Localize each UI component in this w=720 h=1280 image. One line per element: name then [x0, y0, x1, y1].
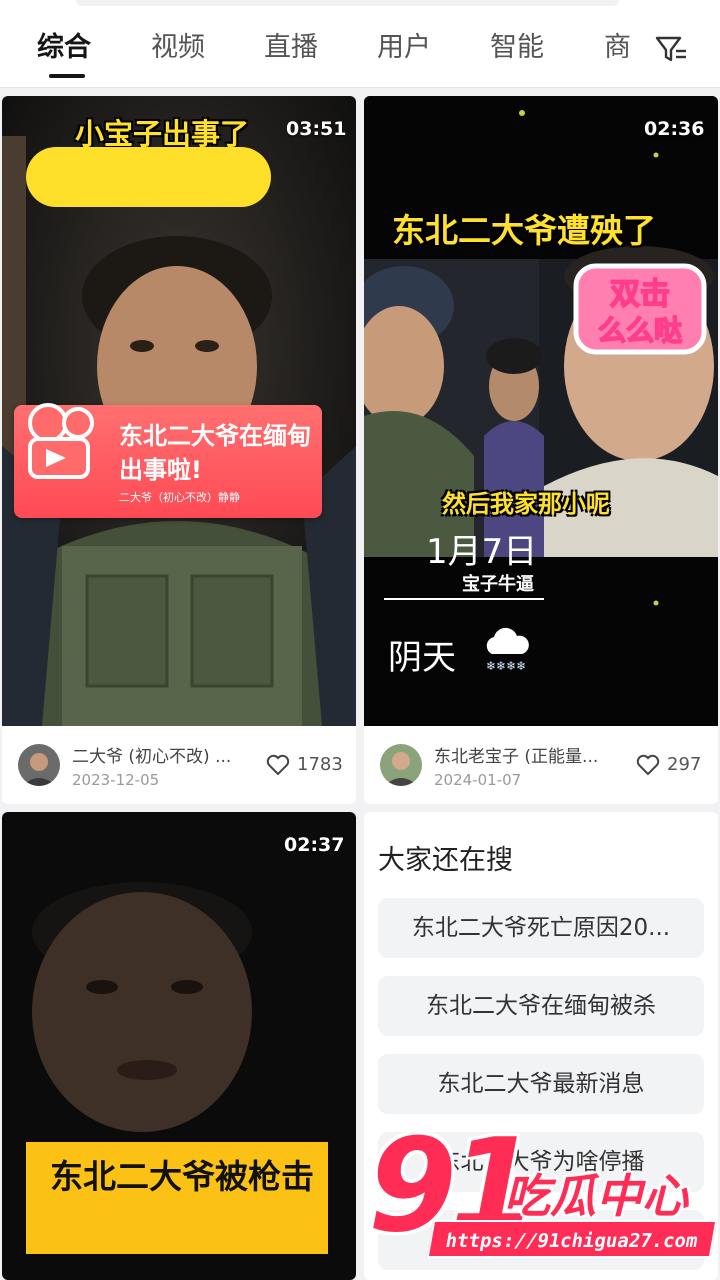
sticker-image: 双击 么么哒 — [573, 263, 707, 355]
news-sticker: 东北二大爷在缅甸出事啦! 二大爷（初心不改）静静 — [14, 403, 322, 518]
svg-text:❄❄❄❄: ❄❄❄❄ — [486, 659, 526, 672]
filter-icon[interactable] — [654, 32, 688, 66]
overlay-name: 宝子牛逼 — [462, 574, 534, 595]
tab-comprehensive[interactable]: 综合 — [37, 30, 91, 66]
sticker-subtitle: 二大爷（初心不改）静静 — [119, 491, 240, 504]
video-thumbnail[interactable]: 02:37 东北二大爷被枪击 — [2, 812, 356, 1280]
publish-date: 2023-12-05 — [72, 771, 160, 789]
tab-users[interactable]: 用户 — [377, 30, 431, 66]
active-tab-indicator — [49, 74, 85, 78]
video-duration: 02:37 — [284, 834, 345, 856]
video-thumbnail[interactable]: 小宝子出事了 03:51 东北二大爷在缅甸出事啦! 二大爷（初心不改）静静 — [2, 96, 356, 726]
watermark-logo: 91 吃瓜中心 https://91chigua27.com — [368, 1122, 720, 1280]
tab-live[interactable]: 直播 — [264, 30, 318, 66]
tab-video[interactable]: 视频 — [151, 30, 205, 66]
like-count: 297 — [667, 754, 702, 775]
watermark-name: 吃瓜中心 — [504, 1169, 688, 1223]
tab-shop[interactable]: 商 — [604, 30, 631, 66]
svg-text:么么哒: 么么哒 — [598, 314, 682, 347]
video-thumbnail[interactable]: 02:36 东北二大爷遭殃了 双击 么么哒 然后我家那小呢 1月7日 宝子牛逼 … — [364, 96, 718, 726]
overlay-date: 1月7日 — [426, 532, 538, 572]
suggestion-chip[interactable]: 东北二大爷死亡原因20... — [378, 898, 704, 958]
author-name[interactable]: 二大爷 (初心不改) ... — [72, 742, 252, 767]
banner-text: 东北二大爷被枪击 — [50, 1157, 314, 1196]
suggestion-chip[interactable]: 东北二大爷在缅甸被杀 — [378, 976, 704, 1036]
video-meta: 二大爷 (初心不改) ... 2023-12-05 1783 — [2, 726, 356, 804]
title-banner: 东北二大爷被枪击 — [26, 1142, 328, 1254]
svg-text:双击: 双击 — [610, 277, 670, 312]
publish-date: 2024-01-07 — [434, 771, 522, 789]
like-count: 1783 — [297, 754, 343, 775]
video-subtitle: 然后我家那小呢 — [442, 490, 610, 518]
tab-smart[interactable]: 智能 — [490, 30, 544, 66]
weather-label: 阴天 — [388, 638, 456, 678]
watermark-url: https://91chigua27.com — [426, 1220, 718, 1258]
author-name[interactable]: 东北老宝子 (正能量... — [434, 742, 620, 767]
video-duration: 02:36 — [644, 118, 705, 140]
video-card[interactable]: 02:37 东北二大爷被枪击 — [2, 812, 356, 1280]
video-card[interactable]: 小宝子出事了 03:51 东北二大爷在缅甸出事啦! 二大爷（初心不改）静静 二大… — [2, 96, 356, 804]
sticker-title: 东北二大爷在缅甸出事啦! — [119, 422, 311, 484]
search-bar[interactable] — [75, 0, 620, 6]
like-icon[interactable] — [636, 754, 660, 776]
avatar[interactable] — [18, 744, 60, 786]
camera-icon — [28, 403, 94, 479]
snow-cloud-icon: ❄❄❄❄ — [486, 627, 529, 672]
suggestion-chip[interactable]: 东北二大爷最新消息 — [378, 1054, 704, 1114]
tab-bar: 综合 视频 直播 用户 智能 商 — [0, 0, 720, 88]
video-meta: 东北老宝子 (正能量... 2024-01-07 297 — [364, 726, 718, 804]
search-results-screen: { "tabs": ["综合", "视频", "直播", "用户", "智能",… — [0, 0, 720, 1280]
video-duration: 03:51 — [286, 118, 347, 140]
avatar[interactable] — [380, 744, 422, 786]
like-icon[interactable] — [266, 754, 290, 776]
video-card[interactable]: 02:36 东北二大爷遭殃了 双击 么么哒 然后我家那小呢 1月7日 宝子牛逼 … — [364, 96, 718, 804]
related-searches-title: 大家还在搜 — [378, 845, 513, 876]
video-caption: 东北二大爷遭殃了 — [392, 211, 656, 250]
caption-mask — [26, 147, 271, 207]
